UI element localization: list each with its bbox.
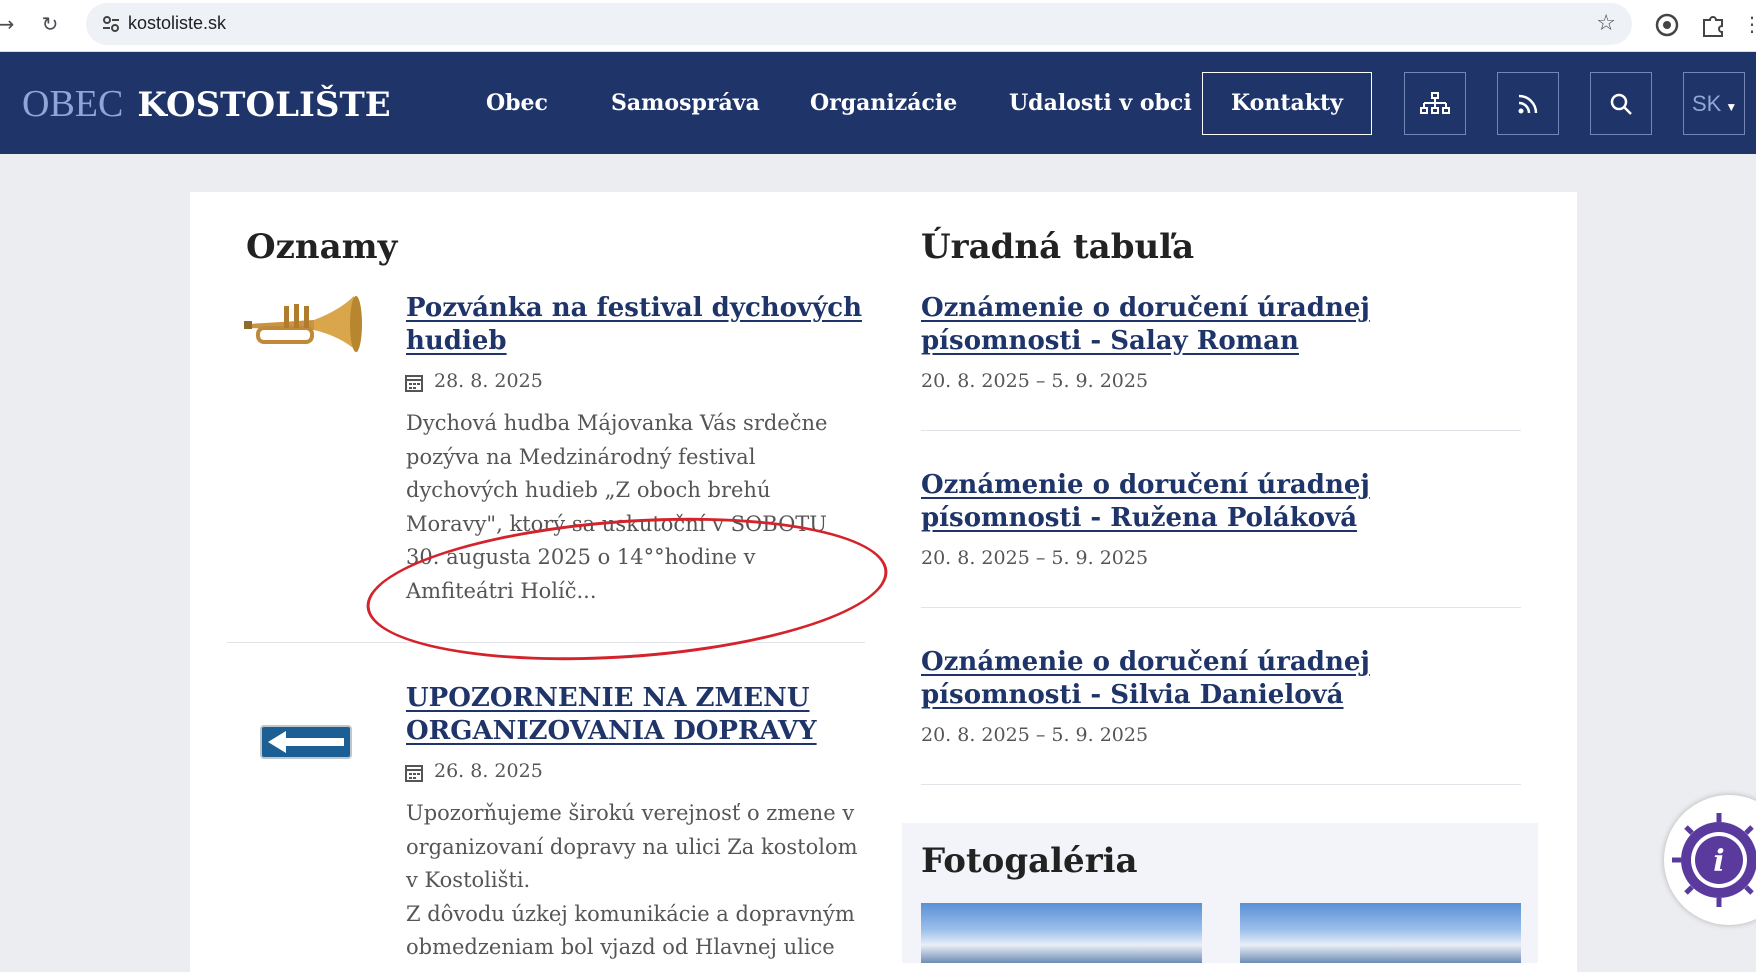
gallery-photo[interactable] <box>1240 903 1521 963</box>
divider <box>921 784 1521 785</box>
gallery-heading: Fotogaléria <box>921 841 1138 881</box>
news-excerpt: Upozorňujeme širokú verejnosť o zmene v … <box>406 801 858 959</box>
trumpet-thumbnail[interactable] <box>244 290 370 356</box>
site-settings-icon[interactable] <box>100 13 122 35</box>
board-item-title[interactable]: Oznámenie o doručení úradnej písomnosti … <box>921 646 1531 712</box>
puzzle-extensions-icon[interactable] <box>1698 10 1728 40</box>
news-title-traffic[interactable]: UPOZORNENIE NA ZMENU ORGANIZOVANIA DOPRA… <box>406 682 866 748</box>
nav-udalosti[interactable]: Udalosti v obci <box>1009 90 1192 116</box>
divider <box>921 607 1521 608</box>
board-item-title[interactable]: Oznámenie o doručení úradnej písomnosti … <box>921 469 1531 535</box>
sitemap-button[interactable] <box>1404 72 1466 135</box>
logo-prefix: OBEC <box>22 83 124 125</box>
address-bar[interactable]: kostoliste.sk ☆ <box>86 3 1632 45</box>
nav-organizacie[interactable]: Organizácie <box>810 90 957 116</box>
calendar-icon <box>405 375 423 392</box>
chevron-down-icon: ▼ <box>1725 100 1738 114</box>
browser-menu-icon[interactable]: ⋮ <box>1738 10 1756 38</box>
divider <box>227 642 865 643</box>
sitemap-icon <box>1420 91 1450 114</box>
board-item-dates: 20. 8. 2025 – 5. 9. 2025 <box>921 370 1149 392</box>
rss-icon <box>1518 94 1538 113</box>
language-select[interactable]: SK ▼ <box>1683 72 1745 135</box>
forward-icon[interactable]: → <box>0 10 20 38</box>
news-title-festival[interactable]: Pozvánka na festival dychových hudieb <box>406 292 866 358</box>
arrow-left-sign-thumbnail[interactable] <box>260 725 352 759</box>
news-date: 26. 8. 2025 <box>434 760 543 782</box>
announcements-heading: Oznamy <box>246 227 398 267</box>
site-logo[interactable]: OBEC KOSTOLIŠTE <box>22 82 391 126</box>
news-excerpt: Dychová hudba Májovanka Vás srdečne pozý… <box>406 411 828 603</box>
board-item-dates: 20. 8. 2025 – 5. 9. 2025 <box>921 724 1149 746</box>
rss-button[interactable] <box>1497 72 1559 135</box>
bookmark-star-icon[interactable]: ☆ <box>1596 11 1616 36</box>
url-text: kostoliste.sk <box>128 13 227 33</box>
site-header: OBEC KOSTOLIŠTE Obec Samospráva Organizác… <box>0 52 1756 154</box>
contacts-button[interactable]: Kontakty <box>1202 72 1372 135</box>
news-date: 28. 8. 2025 <box>434 370 543 392</box>
extension-icon[interactable] <box>1652 10 1682 40</box>
language-label: SK <box>1692 91 1722 116</box>
board-item-dates: 20. 8. 2025 – 5. 9. 2025 <box>921 547 1149 569</box>
official-board-heading: Úradná tabuľa <box>921 227 1195 267</box>
info-widget[interactable]: i <box>1664 795 1756 925</box>
calendar-icon <box>405 765 423 782</box>
search-button[interactable] <box>1590 72 1652 135</box>
nav-obec[interactable]: Obec <box>486 90 548 116</box>
gallery-photo[interactable] <box>921 903 1202 963</box>
board-item-title[interactable]: Oznámenie o doručení úradnej písomnosti … <box>921 292 1531 358</box>
divider <box>921 430 1521 431</box>
browser-toolbar: → ↻ kostoliste.sk ☆ ⋮ <box>0 0 1756 52</box>
logo-name: KOSTOLIŠTE <box>137 85 391 125</box>
reload-icon[interactable]: ↻ <box>36 10 64 38</box>
info-virus-icon: i <box>1672 813 1756 907</box>
nav-samosprava[interactable]: Samospráva <box>611 90 760 116</box>
search-icon <box>1610 93 1632 115</box>
svg-text:i: i <box>1713 844 1724 879</box>
